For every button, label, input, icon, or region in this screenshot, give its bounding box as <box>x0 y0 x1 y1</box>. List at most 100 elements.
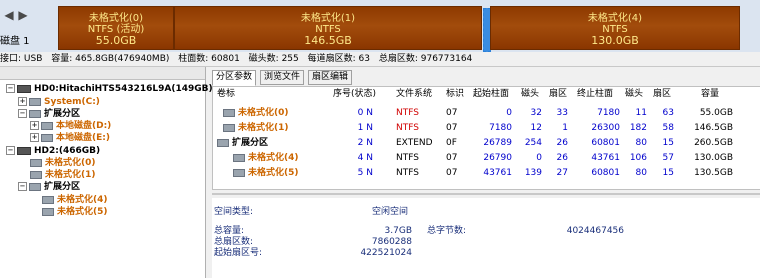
col-header-end-sector[interactable]: 扇区 <box>653 87 671 102</box>
table-cell-fs: EXTEND <box>396 138 433 148</box>
tree-item-d[interactable]: + 本地磁盘(D:) <box>30 120 111 132</box>
partition-block-1[interactable]: 未格式化(1) NTFS 146.5GB <box>174 6 482 50</box>
table-cell-idx: 5 N <box>357 168 373 178</box>
hard-disk-icon <box>17 84 31 93</box>
partition-size: 130.0GB <box>591 34 639 47</box>
table-cell-sh: 254 <box>524 138 542 148</box>
tree-item-u5[interactable]: 未格式化(5) <box>42 206 108 218</box>
space-type-label: 空间类型: <box>214 207 254 217</box>
partition-name: 未格式化(1) <box>300 13 356 24</box>
next-disk-arrow-icon[interactable]: ▶ <box>16 8 30 22</box>
tree-item-label: 未格式化(4) <box>57 195 108 205</box>
table-cell-ss: 26 <box>556 153 568 163</box>
table-cell-idx: 4 N <box>357 153 373 163</box>
col-header-start-sector[interactable]: 扇区 <box>549 87 567 102</box>
col-header-end-cyl[interactable]: 终止柱面 <box>577 87 613 102</box>
hard-disk-icon <box>17 146 31 155</box>
table-cell-sh: 139 <box>524 168 542 178</box>
row-name-text: 未格式化(5) <box>248 168 299 178</box>
details-panel: 空间类型: 空闲空间 总容量: 3.7GB 总字节数: 4024467456 总… <box>212 198 760 278</box>
table-cell-ss: 26 <box>556 138 568 148</box>
table-row-label[interactable]: 未格式化(4) <box>233 151 299 165</box>
volume-icon <box>41 121 53 130</box>
heads-text: 磁头数: 255 <box>248 54 299 64</box>
volume-icon <box>42 195 54 204</box>
tree-item-u1[interactable]: 未格式化(1) <box>30 169 96 181</box>
table-cell-es: 15 <box>662 138 674 148</box>
table-cell-sc: 26790 <box>483 153 512 163</box>
tree-item-u4[interactable]: 未格式化(4) <box>42 194 108 206</box>
table-row-label[interactable]: 未格式化(0) <box>223 106 289 120</box>
collapse-icon[interactable]: − <box>6 146 15 155</box>
tree-item-label: HD2:(466GB) <box>34 146 101 156</box>
col-header-end-head[interactable]: 磁头 <box>625 87 643 102</box>
expand-icon[interactable]: + <box>30 133 39 142</box>
collapse-icon[interactable]: − <box>18 109 27 118</box>
table-cell-ss: 27 <box>556 168 568 178</box>
table-cell-eh: 80 <box>635 168 647 178</box>
prev-disk-arrow-icon[interactable]: ◀ <box>2 8 16 22</box>
expand-icon[interactable]: + <box>18 97 27 106</box>
col-header-fs[interactable]: 文件系统 <box>396 87 432 102</box>
tree-item-extended[interactable]: − 扩展分区 <box>18 108 80 120</box>
tree-item-hd2[interactable]: − HD2:(466GB) <box>6 145 100 157</box>
table-row-label[interactable]: 未格式化(1) <box>223 121 289 135</box>
partition-block-4[interactable]: 未格式化(4) NTFS 130.0GB <box>490 6 740 50</box>
table-cell-sc: 26789 <box>483 138 512 148</box>
partition-name: 未格式化(4) <box>587 13 643 24</box>
row-name-text: 未格式化(0) <box>238 108 289 118</box>
disk-map-bar: ◀ ▶ 磁盘 1 未格式化(0) NTFS (活动) 55.0GB 未格式化(1… <box>0 0 760 52</box>
pane-splitter[interactable] <box>212 193 760 195</box>
tree-item-extended-2[interactable]: − 扩展分区 <box>18 181 80 193</box>
total-bytes-label: 总字节数: <box>427 226 467 236</box>
col-header-index[interactable]: 序号(状态) <box>333 87 376 102</box>
col-header-id[interactable]: 标识 <box>446 87 464 102</box>
tab-browse-files[interactable]: 浏览文件 <box>260 70 305 85</box>
tree-item-e[interactable]: + 本地磁盘(E:) <box>30 132 110 144</box>
tree-item-label: System(C:) <box>44 97 100 107</box>
table-cell-id: 07 <box>446 123 458 133</box>
table-cell-cap: 55.0GB <box>699 108 733 118</box>
tree-item-hd0[interactable]: − HD0:HitachiHTS543216L9A(149GB) <box>6 83 213 95</box>
collapse-icon[interactable]: − <box>6 84 15 93</box>
table-cell-sh: 0 <box>536 153 542 163</box>
table-cell-fs: NTFS <box>396 153 419 163</box>
volume-icon <box>223 123 235 132</box>
disk-tree: − HD0:HitachiHTS543216L9A(149GB) + System(… <box>0 67 213 278</box>
table-cell-cap: 130.5GB <box>694 168 733 178</box>
disk-info-row: 接口: USB 容量: 465.8GB(476940MB) 柱面数: 60801… <box>0 52 760 67</box>
col-header-label[interactable]: 卷标 <box>217 87 235 102</box>
space-type-value: 空闲空间 <box>372 207 409 217</box>
row-name-text: 未格式化(1) <box>238 123 289 133</box>
total-bytes-value: 4024467456 <box>566 226 624 236</box>
table-cell-id: 0F <box>446 138 457 148</box>
partition-size: 55.0GB <box>95 34 137 47</box>
table-cell-sc: 7180 <box>489 123 512 133</box>
table-cell-es: 15 <box>662 168 674 178</box>
tree-item-system[interactable]: + System(C:) <box>18 96 100 108</box>
table-cell-eh: 106 <box>629 153 647 163</box>
table-cell-id: 07 <box>446 108 458 118</box>
table-cell-cap: 260.5GB <box>694 138 733 148</box>
cylinders-text: 柱面数: 60801 <box>178 54 240 64</box>
expand-icon[interactable]: + <box>30 121 39 130</box>
col-header-capacity[interactable]: 容量 <box>701 87 719 102</box>
collapse-icon[interactable]: − <box>18 182 27 191</box>
tree-item-label: 本地磁盘(E:) <box>56 133 110 143</box>
table-cell-idx: 1 N <box>357 123 373 133</box>
tree-item-label: 本地磁盘(D:) <box>56 121 112 131</box>
volume-icon <box>223 108 235 117</box>
tab-sector-edit[interactable]: 扇区编辑 <box>308 70 353 85</box>
tree-item-u0[interactable]: 未格式化(0) <box>30 157 96 169</box>
table-cell-cap: 130.0GB <box>694 153 733 163</box>
tab-partition-params[interactable]: 分区参数 <box>212 70 257 86</box>
table-cell-eh: 182 <box>629 123 647 133</box>
col-header-start-cyl[interactable]: 起始柱面 <box>473 87 509 102</box>
start-sector-value: 422521024 <box>360 248 412 258</box>
table-row-label[interactable]: 扩展分区 <box>217 136 268 150</box>
table-cell-eh: 11 <box>635 108 647 118</box>
volume-icon <box>29 182 41 191</box>
partition-block-0[interactable]: 未格式化(0) NTFS (活动) 55.0GB <box>58 6 174 50</box>
col-header-start-head[interactable]: 磁头 <box>521 87 539 102</box>
table-row-label[interactable]: 未格式化(5) <box>233 166 299 180</box>
